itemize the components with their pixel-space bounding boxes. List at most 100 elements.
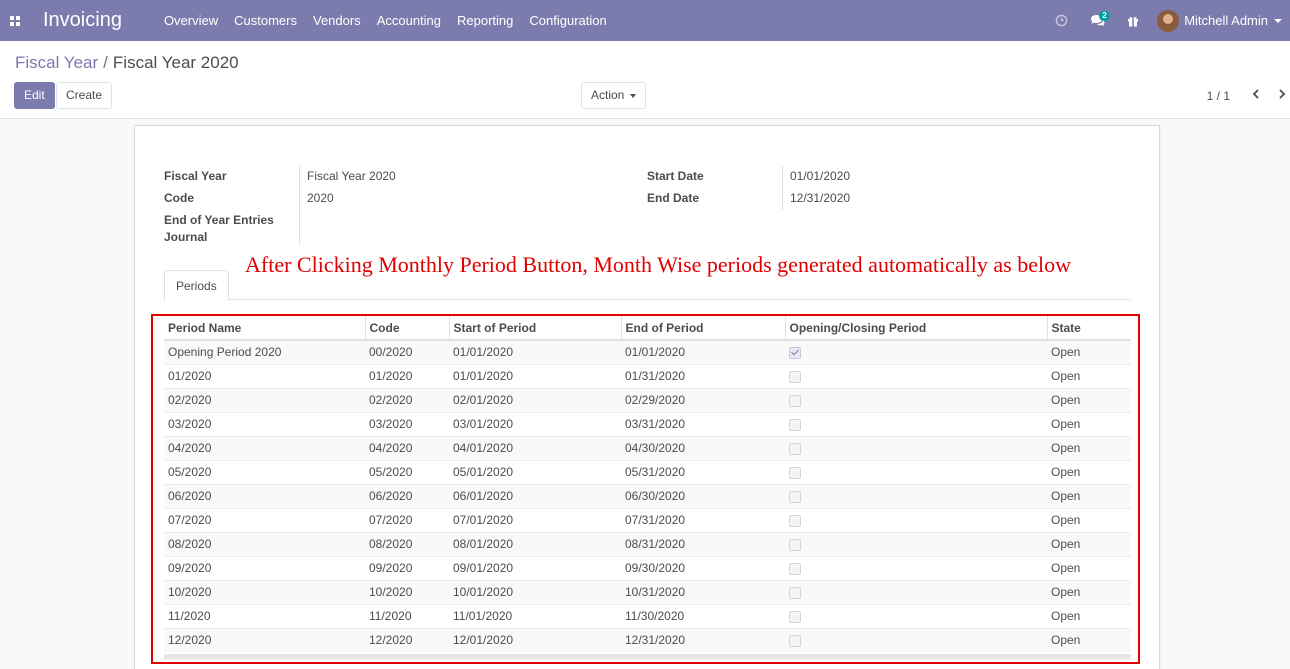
start-of-period-cell: 01/01/2020: [449, 363, 621, 388]
start-of-period-cell: 08/01/2020: [449, 531, 621, 556]
code-cell: 12/2020: [365, 627, 449, 652]
menu-item-overview[interactable]: Overview: [156, 0, 226, 41]
periods-table: Period Name Code Start of Period End of …: [164, 316, 1131, 652]
table-row[interactable]: 11/2020 11/2020 11/01/2020 11/30/2020 Open: [164, 603, 1131, 628]
pager-previous-button[interactable]: [1248, 85, 1264, 103]
state-cell: Open: [1047, 435, 1131, 460]
column-header-opening-closing-period[interactable]: Opening/Closing Period: [785, 316, 1048, 341]
opening-period-checkbox[interactable]: [789, 562, 801, 575]
column-header-start-of-period[interactable]: Start of Period: [449, 316, 622, 341]
end-date-value: 12/31/2020: [790, 191, 851, 205]
table-row[interactable]: 10/2020 10/2020 10/01/2020 10/31/2020 Open: [164, 579, 1131, 604]
code-cell: 04/2020: [365, 435, 449, 460]
breadcrumb-separator: /: [103, 53, 108, 72]
code-cell: 02/2020: [365, 387, 449, 412]
code-cell: 05/2020: [365, 459, 449, 484]
messages-chat-icon[interactable]: 2: [1079, 0, 1115, 41]
column-header-end-of-period[interactable]: End of Period: [621, 316, 786, 341]
code-cell: 09/2020: [365, 555, 449, 580]
action-dropdown-button[interactable]: Action: [581, 82, 646, 109]
table-row[interactable]: 03/2020 03/2020 03/01/2020 03/31/2020 Open: [164, 411, 1131, 436]
breadcrumb: Fiscal Year / Fiscal Year 2020: [15, 53, 239, 73]
state-cell: Open: [1047, 627, 1131, 652]
state-cell: Open: [1047, 387, 1131, 412]
chevron-left-icon: [1252, 89, 1259, 99]
menu-item-configuration[interactable]: Configuration: [521, 0, 614, 41]
start-of-period-cell: 09/01/2020: [449, 555, 621, 580]
state-cell: Open: [1047, 555, 1131, 580]
opening-period-checkbox[interactable]: [789, 610, 801, 623]
breadcrumb-parent-link[interactable]: Fiscal Year: [15, 53, 98, 72]
state-cell: Open: [1047, 507, 1131, 532]
table-row[interactable]: 02/2020 02/2020 02/01/2020 02/29/2020 Open: [164, 387, 1131, 412]
apps-grid-icon[interactable]: [0, 0, 30, 41]
column-header-period-name[interactable]: Period Name: [164, 316, 366, 341]
top-navbar: Invoicing Overview Customers Vendors Acc…: [0, 0, 1290, 41]
end-of-period-cell: 05/31/2020: [621, 459, 785, 484]
activity-clock-icon[interactable]: [1043, 0, 1079, 41]
pager-value[interactable]: 1 / 1: [1207, 89, 1230, 103]
table-header-row: Period Name Code Start of Period End of …: [164, 316, 1131, 341]
opening-period-checkbox[interactable]: [789, 490, 801, 503]
opening-closing-cell: [785, 603, 1047, 628]
menu-item-customers[interactable]: Customers: [226, 0, 305, 41]
menu-item-vendors[interactable]: Vendors: [305, 0, 369, 41]
opening-period-checkbox[interactable]: [789, 418, 801, 431]
fiscal-year-value: Fiscal Year 2020: [307, 169, 396, 183]
end-of-period-cell: 12/31/2020: [621, 627, 785, 652]
state-cell: Open: [1047, 531, 1131, 556]
start-of-period-cell: 02/01/2020: [449, 387, 621, 412]
period-name-cell: 09/2020: [164, 555, 365, 580]
create-button[interactable]: Create: [56, 82, 113, 109]
gift-icon[interactable]: [1115, 0, 1151, 41]
table-row[interactable]: Opening Period 2020 00/2020 01/01/2020 01/0…: [164, 339, 1131, 364]
code-cell: 03/2020: [365, 411, 449, 436]
table-row[interactable]: 05/2020 05/2020 05/01/2020 05/31/2020 Open: [164, 459, 1131, 484]
opening-period-checkbox[interactable]: [789, 586, 801, 599]
field-divider: [782, 166, 783, 210]
table-row[interactable]: 04/2020 04/2020 04/01/2020 04/30/2020 Open: [164, 435, 1131, 460]
action-button-label: Action: [591, 88, 625, 102]
user-menu[interactable]: Mitchell Admin: [1151, 9, 1290, 32]
start-of-period-cell: 10/01/2020: [449, 579, 621, 604]
edit-button[interactable]: Edit: [14, 82, 55, 109]
user-name: Mitchell Admin: [1184, 13, 1268, 28]
code-cell: 01/2020: [365, 363, 449, 388]
opening-closing-cell: [785, 507, 1047, 532]
periods-table-body: Opening Period 2020 00/2020 01/01/2020 01/0…: [164, 339, 1131, 652]
menu-item-reporting[interactable]: Reporting: [449, 0, 521, 41]
column-header-code[interactable]: Code: [365, 316, 450, 341]
table-row[interactable]: 12/2020 12/2020 12/01/2020 12/31/2020 Open: [164, 627, 1131, 652]
pager-next-button[interactable]: [1274, 85, 1290, 103]
app-title[interactable]: Invoicing: [43, 9, 122, 32]
end-of-period-cell: 01/01/2020: [621, 339, 785, 364]
caret-down-icon: [630, 93, 637, 98]
opening-closing-cell: [785, 411, 1047, 436]
chevron-right-icon: [1279, 89, 1286, 99]
opening-period-checkbox[interactable]: [789, 442, 801, 455]
end-of-period-cell: 11/30/2020: [621, 603, 785, 628]
opening-period-checkbox[interactable]: [789, 466, 801, 479]
form-sheet: Fiscal Year Code End of Year Entries Jou…: [134, 125, 1160, 669]
menu-item-accounting[interactable]: Accounting: [369, 0, 449, 41]
code-cell: 11/2020: [365, 603, 449, 628]
table-row[interactable]: 07/2020 07/2020 07/01/2020 07/31/2020 Open: [164, 507, 1131, 532]
table-row[interactable]: 09/2020 09/2020 09/01/2020 09/30/2020 Open: [164, 555, 1131, 580]
opening-closing-cell: [785, 579, 1047, 604]
opening-closing-cell: [785, 435, 1047, 460]
opening-period-checkbox[interactable]: [789, 394, 801, 407]
table-row[interactable]: 01/2020 01/2020 01/01/2020 01/31/2020 Open: [164, 363, 1131, 388]
start-of-period-cell: 03/01/2020: [449, 411, 621, 436]
opening-period-checkbox[interactable]: [789, 370, 801, 383]
opening-period-checkbox[interactable]: [789, 538, 801, 551]
opening-closing-cell: [785, 483, 1047, 508]
opening-period-checkbox[interactable]: [789, 635, 801, 648]
breadcrumb-current: Fiscal Year 2020: [112, 53, 239, 72]
table-row[interactable]: 08/2020 08/2020 08/01/2020 08/31/2020 Open: [164, 531, 1131, 556]
opening-period-checkbox[interactable]: [789, 514, 801, 527]
start-date-value: 01/01/2020: [790, 169, 851, 183]
table-row[interactable]: 06/2020 06/2020 06/01/2020 06/30/2020 Open: [164, 483, 1131, 508]
tab-periods[interactable]: Periods: [164, 270, 229, 301]
column-header-state[interactable]: State: [1047, 316, 1131, 341]
opening-period-checkbox[interactable]: [789, 347, 801, 360]
